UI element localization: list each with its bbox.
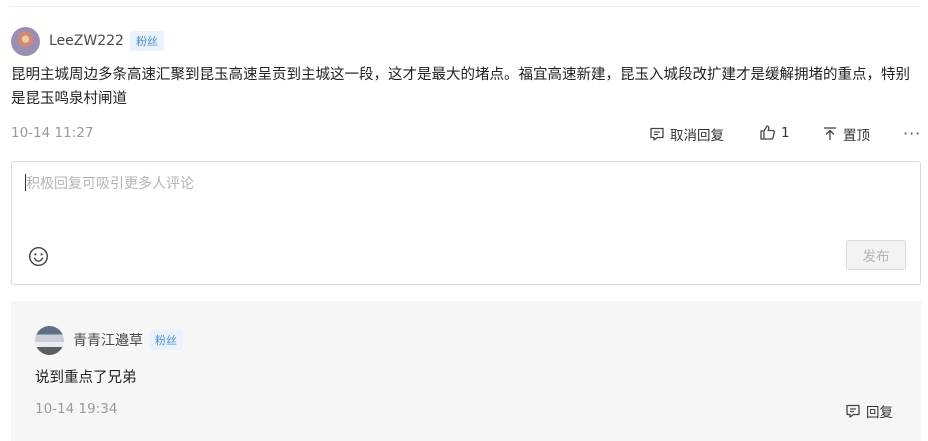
more-options-button[interactable]: ··· <box>903 124 921 143</box>
avatar[interactable] <box>11 26 40 56</box>
reply-label: 回复 <box>866 405 893 421</box>
like-button[interactable]: 1 <box>759 124 790 141</box>
cancel-reply-label: 取消回复 <box>670 128 724 144</box>
reply-button[interactable]: 回复 <box>845 401 893 421</box>
comment-icon <box>846 404 860 418</box>
reply-box[interactable]: 积极回复可吸引更多人评论 发布 <box>11 161 921 285</box>
publish-button[interactable]: 发布 <box>846 240 906 270</box>
comment-time: 10-14 11:27 <box>11 125 94 141</box>
smiley-icon <box>28 246 49 267</box>
reply-input-placeholder[interactable]: 积极回复可吸引更多人评论 <box>26 173 194 193</box>
cancel-reply-button[interactable]: 取消回复 <box>649 124 724 144</box>
sub-fan-badge: 粉丝 <box>149 330 183 350</box>
pin-button[interactable]: 置顶 <box>822 124 870 144</box>
sub-comment-panel: 青青江邉草 粉丝 说到重点了兄弟 10-14 19:34 回复 <box>11 301 921 441</box>
thumbs-up-icon <box>760 125 775 140</box>
top-divider <box>10 6 920 7</box>
username[interactable]: LeeZW222 <box>49 33 124 49</box>
pin-to-top-icon <box>824 127 836 140</box>
like-count: 1 <box>781 124 790 141</box>
comment-text: 昆明主城周边多条高速汇聚到昆玉高速呈贡到主城这一段，这才是最大的堵点。福宜高速新… <box>11 67 910 107</box>
comment-icon <box>650 127 664 141</box>
emoji-button[interactable] <box>28 246 49 271</box>
pin-label: 置顶 <box>843 128 870 144</box>
sub-avatar[interactable] <box>35 325 64 355</box>
fan-badge: 粉丝 <box>129 31 164 51</box>
sub-comment-header: 青青江邉草 粉丝 <box>35 325 183 355</box>
sub-comment-text: 说到重点了兄弟 <box>35 370 137 386</box>
comment-header: LeeZW222 粉丝 <box>11 26 164 56</box>
sub-username[interactable]: 青青江邉草 <box>73 330 143 350</box>
sub-comment-time: 10-14 19:34 <box>35 401 118 417</box>
